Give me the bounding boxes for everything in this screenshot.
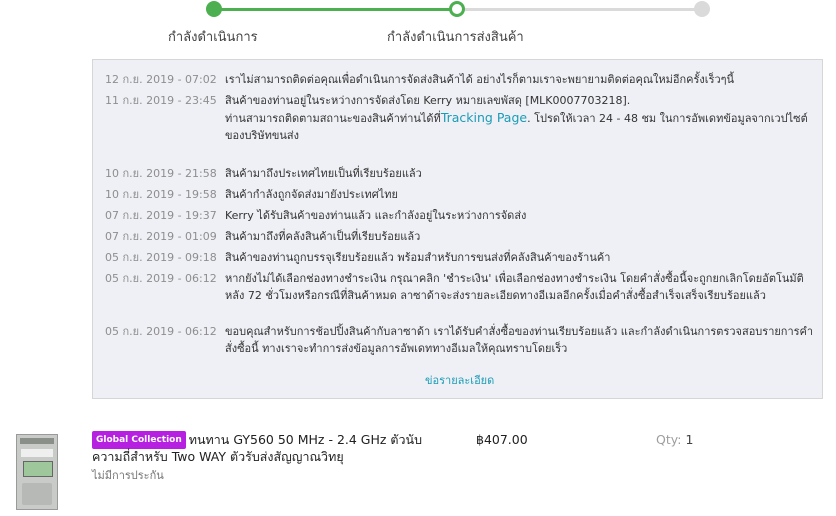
step-dot-delivered [694,1,710,17]
device-label [21,449,53,457]
view-details-link[interactable]: ข่อรายละเอียด [425,371,494,389]
event-message-line1: สินค้าของท่านอยู่ในระหว่างการจัดส่งโดย K… [225,94,631,107]
device-screen [23,461,53,477]
step-dot-processing [206,1,222,17]
event-time: 05 ก.ย. 2019 - 09:18 [105,251,217,264]
qty-label: Qty: [656,432,682,447]
tracking-page-link[interactable]: Tracking Page [441,110,527,125]
event-message: สินค้ามาถึงประเทศไทยเป็นที่เรียบร้อยแล้ว [225,167,422,180]
order-progress-bar: กำลังดำเนินการ กำลังดำเนินการส่งสินค้า [0,0,836,60]
product-name[interactable]: Global Collection ทนทาน GY560 50 MHz - 2.… [92,431,432,465]
event-message: สินค้าของท่านถูกบรรจุเรียบร้อยแล้ว พร้อม… [225,251,611,264]
event-message: ขอบคุณสำหรับการช้อปปิ้งสินค้ากับลาซาด้า … [225,325,814,355]
event-time: 07 ก.ย. 2019 - 01:09 [105,230,217,243]
event-time: 10 ก.ย. 2019 - 19:58 [105,188,217,201]
qty-value: 1 [685,432,694,447]
step-label-processing: กำลังดำเนินการ [168,30,258,45]
event-time: 10 ก.ย. 2019 - 21:58 [105,167,217,180]
event-time: 07 ก.ย. 2019 - 19:37 [105,209,217,222]
product-price: ฿407.00 [476,432,528,447]
event-time: 05 ก.ย. 2019 - 06:12 [105,325,217,338]
event-message: หากยังไม่ได้เลือกช่องทางชำระเงิน กรุณาคล… [225,272,804,302]
event-message: เราไม่สามารถติดต่อคุณเพื่อดำเนินการจัดส่… [225,73,735,86]
product-image[interactable] [16,434,58,510]
progress-track-pending [457,8,702,11]
product-warranty: ไม่มีการประกัน [92,469,164,482]
device-antenna-base [20,438,54,444]
event-time: 05 ก.ย. 2019 - 06:12 [105,272,217,285]
event-message: สินค้ากำลังถูกจัดส่งมายังประเทศไทย [225,188,398,201]
event-message: Kerry ได้รับสินค้าของท่านแล้ว และกำลังอย… [225,209,527,222]
event-time: 11 ก.ย. 2019 - 23:45 [105,94,217,107]
event-time: 12 ก.ย. 2019 - 07:02 [105,73,217,86]
step-dot-shipping [449,1,465,17]
product-quantity: Qty: 1 [656,432,693,447]
progress-track-completed [214,8,457,11]
device-keypad [22,483,52,505]
event-message: สินค้ามาถึงที่คลังสินค้าเป็นที่เรียบร้อย… [225,230,421,243]
event-message-pre: ท่านสามารถติดตามสถานะของสินค้าท่านได้ที่ [225,112,441,125]
global-collection-badge: Global Collection [92,431,186,449]
step-label-shipping: กำลังดำเนินการส่งสินค้า [387,30,524,45]
event-message: สินค้าของท่านอยู่ในระหว่างการจัดส่งโดย K… [225,92,815,144]
